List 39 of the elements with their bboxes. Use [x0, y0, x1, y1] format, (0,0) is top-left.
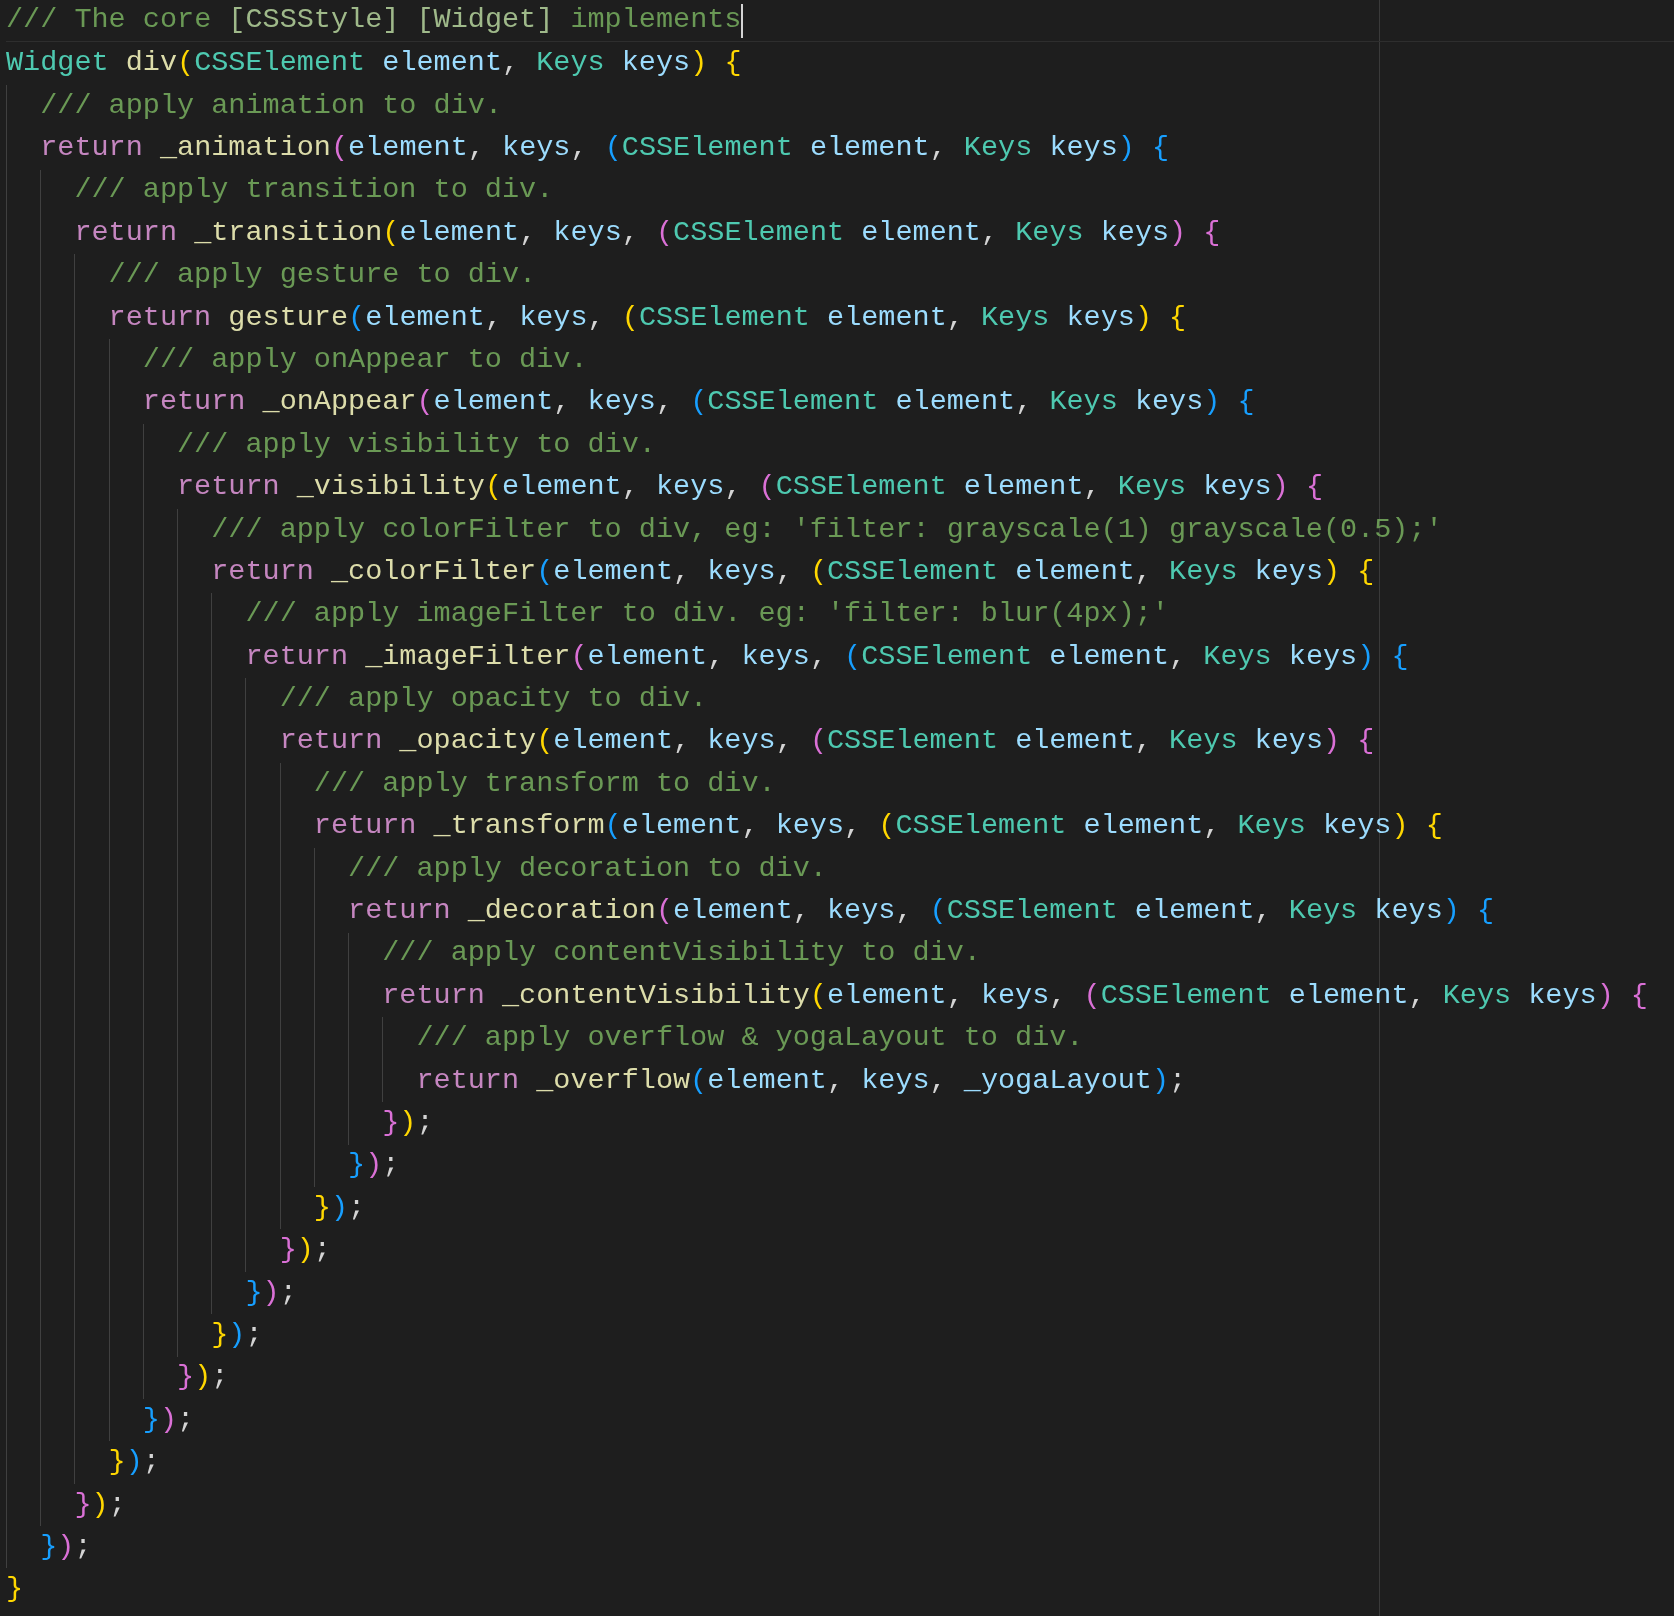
code-line: return _overflow(element, keys, _yogaLayout); [6, 1059, 1674, 1103]
code-line: }); [6, 1483, 1674, 1527]
code-line: Widget div(CSSElement element, Keys keys) { [6, 45, 743, 82]
code-line: return gesture(element, keys, (CSSElement element, Keys keys) { [6, 296, 1674, 340]
code-line: return _contentVisibility(element, keys, (CSSElement element, Keys keys) { [6, 975, 1674, 1018]
code-line: /// apply animation to div. [6, 84, 1674, 128]
code-line: /// apply transition to div. [6, 169, 1674, 212]
code-line: } [6, 1571, 25, 1608]
code-line: return _colorFilter(element, keys, (CSSElement element, Keys keys) { [6, 551, 1674, 594]
code-line: return _animation(element, keys, (CSSElement element, Keys keys) { [6, 127, 1674, 170]
code-line: /// apply onAppear to div. [6, 339, 1674, 382]
code-line: /// apply opacity to div. [6, 678, 1674, 721]
text-cursor [741, 3, 744, 38]
code-line: }); [6, 1356, 1674, 1399]
code-line: return _transform(element, keys, (CSSElement element, Keys keys) { [6, 805, 1674, 848]
code-line: /// The core [CSSStyle] [Widget] implements [6, 0, 1674, 43]
code-line: }); [6, 1526, 1674, 1569]
code-line: return _imageFilter(element, keys, (CSSElement element, Keys keys) { [6, 635, 1674, 679]
code-line: }); [6, 1144, 1674, 1187]
code-line: /// apply contentVisibility to div. [6, 932, 1674, 975]
code-line: return _visibility(element, keys, (CSSElement element, Keys keys) { [6, 466, 1674, 509]
code-line: return _decoration(element, keys, (CSSElement element, Keys keys) { [6, 890, 1674, 933]
code-line: /// apply decoration to div. [6, 847, 1674, 891]
code-line: /// apply overflow & yogaLayout to div. [6, 1017, 1674, 1060]
code-line: }); [6, 1186, 1674, 1230]
code-line: return _onAppear(element, keys, (CSSElement element, Keys keys) { [6, 381, 1674, 424]
code-line: return _transition(element, keys, (CSSElement element, Keys keys) { [6, 211, 1674, 255]
code-line: /// apply colorFilter to div, eg: 'filter: grayscale(1) grayscale(0.5);' [6, 508, 1674, 552]
code-line: }); [6, 1102, 1674, 1145]
code-line: }); [6, 1441, 1674, 1484]
code-line: }); [6, 1314, 1674, 1357]
code-line: }); [6, 1229, 1674, 1272]
code-line: }); [6, 1271, 1674, 1315]
code-line: /// apply visibility to div. [6, 423, 1674, 467]
code-line: }); [6, 1398, 1674, 1442]
code-line: /// apply gesture to div. [6, 254, 1674, 297]
code-line: /// apply transform to div. [6, 763, 1674, 806]
code-line: return _opacity(element, keys, (CSSElement element, Keys keys) { [6, 720, 1674, 764]
code-line: /// apply imageFilter to div. eg: 'filter: blur(4px);' [6, 593, 1674, 636]
